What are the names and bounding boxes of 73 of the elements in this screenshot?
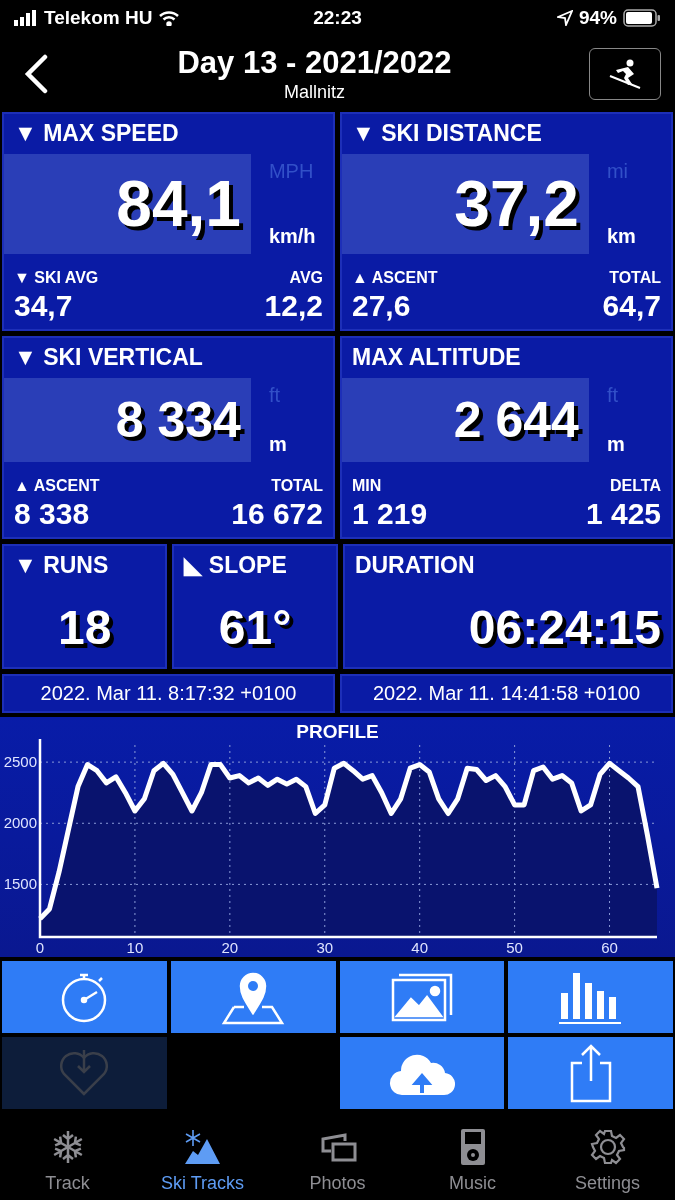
y-tick-label: 2000 <box>3 814 37 832</box>
stat-value: 18 <box>57 600 113 655</box>
stat-value: 8 334 <box>115 391 241 449</box>
sub-stat-value: 34,7 <box>14 289 73 323</box>
sub-stat-value: 1 219 <box>352 497 428 531</box>
sub-stat-value: 1 425 <box>585 497 661 531</box>
tab-button[interactable]: Settings <box>540 1123 675 1198</box>
y-tick-label: 1500 <box>3 875 37 893</box>
stat-title[interactable]: MAX ALTITUDE <box>342 344 671 374</box>
signal-icon <box>14 10 38 26</box>
sub-stat-value: 8 338 <box>14 497 90 531</box>
stat-value: 06:24:15 <box>467 600 662 655</box>
sub-stat-value: 16 672 <box>231 497 323 531</box>
x-tick-label: 40 <box>411 939 429 956</box>
music-player-icon <box>459 1128 486 1166</box>
stats-button[interactable] <box>508 961 673 1033</box>
stat-title[interactable]: ▼ MAX SPEED <box>4 120 333 150</box>
x-tick-label: 10 <box>126 939 144 956</box>
skier-button[interactable] <box>589 48 661 100</box>
stat-title[interactable]: ▼ SKI VERTICAL <box>4 344 333 374</box>
sub-stat-label[interactable]: MIN <box>352 477 382 495</box>
stopwatch-button[interactable] <box>2 961 167 1033</box>
upload-button[interactable] <box>339 1037 505 1109</box>
stat-title[interactable]: ▼ SKI DISTANCE <box>342 120 671 150</box>
sub-stat-label: AVG <box>289 269 323 287</box>
tab-button[interactable]: Music <box>405 1123 540 1198</box>
settings-icon <box>588 1128 627 1166</box>
map-button[interactable] <box>170 961 336 1033</box>
sub-stat-value: 27,6 <box>352 289 411 323</box>
stat-title: DURATION <box>353 552 476 580</box>
unit-label: km <box>606 225 636 248</box>
sub-stat-label: TOTAL <box>271 477 323 495</box>
battery-icon <box>623 9 661 27</box>
stat-title[interactable]: ◣ SLOPE <box>174 552 336 582</box>
sub-stat-label[interactable]: ▼ SKI AVG <box>14 269 99 287</box>
unit-label: m <box>606 433 625 456</box>
stat-value: 37,2 <box>454 167 579 241</box>
timestamp: 2022. Mar 11. 14:41:58 +0100 <box>340 674 673 713</box>
tab-button[interactable]: Photos <box>270 1123 405 1198</box>
sub-stat-label: DELTA <box>610 477 661 495</box>
chevron-left-icon <box>23 54 49 94</box>
share-button[interactable] <box>508 1037 673 1109</box>
skier-icon <box>608 58 642 90</box>
tab-button[interactable]: Track <box>0 1123 135 1198</box>
resort-name: Mallnitz <box>284 82 345 103</box>
x-tick-label: 30 <box>316 939 334 956</box>
x-tick-label: 0 <box>35 939 45 956</box>
photos-button[interactable] <box>339 961 505 1033</box>
sub-stat-label: TOTAL <box>609 269 661 287</box>
tab-button[interactable]: Ski Tracks <box>135 1123 270 1198</box>
unit-label: km/h <box>268 225 316 248</box>
day-title: Day 13 - 2021/2022 <box>177 45 452 81</box>
wifi-icon <box>158 10 181 26</box>
clock-time: 22:23 <box>313 7 362 29</box>
x-tick-label: 60 <box>601 939 618 956</box>
stat-value: 2 644 <box>453 391 579 449</box>
sub-stat-label[interactable]: ▲ ASCENT <box>14 477 100 495</box>
x-tick-label: 20 <box>221 939 239 956</box>
sub-stat-value: 64,7 <box>602 289 661 323</box>
chart-title: PROFILE <box>296 721 379 742</box>
battery-percent: 94% <box>579 7 617 29</box>
sub-stat-value: 12,2 <box>264 289 323 323</box>
x-tick-label: 50 <box>506 939 523 956</box>
unit-label: m <box>268 433 287 456</box>
stat-value: 61° <box>217 600 293 655</box>
location-arrow-icon <box>557 10 573 26</box>
sub-stat-label[interactable]: ▲ ASCENT <box>352 269 438 287</box>
y-tick-label: 2500 <box>3 753 37 771</box>
carrier-name: Telekom HU <box>44 7 153 29</box>
timestamp: 2022. Mar 11. 8:17:32 +0100 <box>2 674 335 713</box>
stat-title[interactable]: ▼ RUNS <box>4 552 166 582</box>
stat-value: 84,1 <box>116 167 241 241</box>
mountain-snowflake-icon <box>182 1129 223 1165</box>
